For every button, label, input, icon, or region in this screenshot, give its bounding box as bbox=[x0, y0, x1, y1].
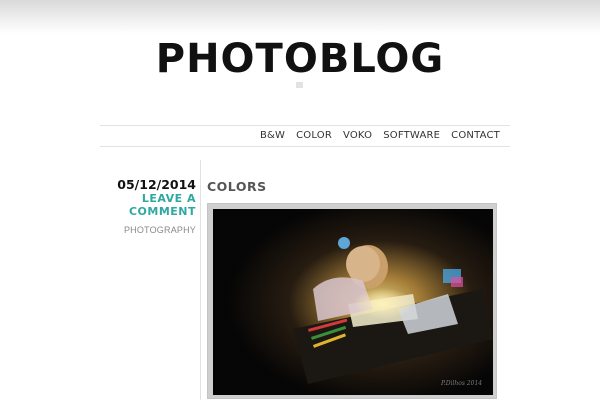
column-divider bbox=[200, 160, 201, 400]
svg-text:P.Dilhos 2014: P.Dilhos 2014 bbox=[440, 380, 482, 387]
nav-item-software[interactable]: SOFTWARE bbox=[383, 129, 440, 143]
post-meta: 05/12/2014 LEAVE A COMMENT PHOTOGRAPHY bbox=[100, 177, 196, 236]
nav-item-bw[interactable]: B&W bbox=[260, 129, 285, 143]
post-photo[interactable]: P.Dilhos 2014 bbox=[207, 203, 497, 399]
site-title[interactable]: PHOTOBLOG bbox=[0, 36, 600, 82]
nav-item-color[interactable]: COLOR bbox=[296, 129, 332, 143]
post-title[interactable]: COLORS bbox=[207, 179, 267, 194]
header-gradient bbox=[0, 0, 600, 34]
nav-menu: B&W COLOR VOKO SOFTWARE CONTACT bbox=[260, 129, 500, 143]
photo-image: P.Dilhos 2014 bbox=[213, 209, 493, 395]
nav-item-voko[interactable]: VOKO bbox=[343, 129, 372, 143]
nav-item-contact[interactable]: CONTACT bbox=[451, 129, 500, 143]
post-category-link[interactable]: PHOTOGRAPHY bbox=[100, 225, 196, 236]
post-date[interactable]: 05/12/2014 bbox=[100, 177, 196, 192]
title-underline-mark bbox=[296, 82, 303, 88]
main-navigation: B&W COLOR VOKO SOFTWARE CONTACT bbox=[100, 125, 510, 147]
leave-comment-link[interactable]: LEAVE A COMMENT bbox=[100, 192, 196, 218]
